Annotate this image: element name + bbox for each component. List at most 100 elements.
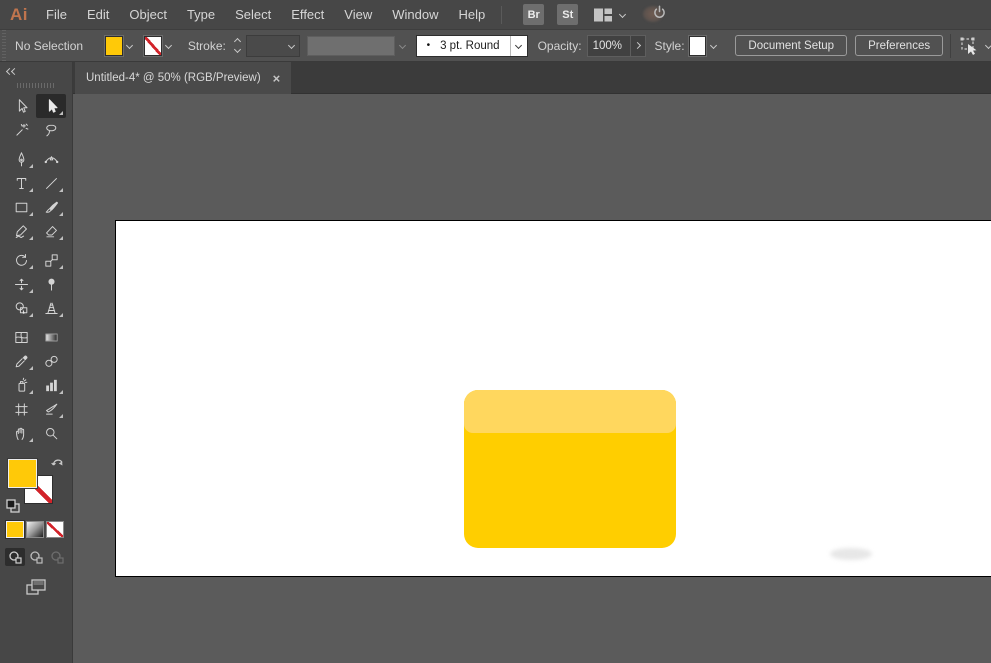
menu-items: File Edit Object Type Select Effect View Window… <box>36 7 495 22</box>
column-graph-icon <box>45 379 57 391</box>
tool-blend[interactable] <box>36 349 66 373</box>
panel-grip[interactable] <box>17 83 55 88</box>
tool-selection[interactable] <box>6 94 36 118</box>
style-panel-link[interactable]: Style: <box>655 39 685 53</box>
tool-line-segment[interactable] <box>36 171 66 195</box>
draw-normal-icon <box>9 551 22 564</box>
tool-rectangle[interactable] <box>6 195 36 219</box>
gradient-button[interactable] <box>26 521 44 538</box>
opacity-panel-link[interactable]: Opacity: <box>538 39 582 53</box>
app-logo: Ai <box>10 4 28 24</box>
brush-dot-icon: • <box>426 40 431 51</box>
control-bar: No Selection Stroke: • 3 pt. Round Opaci… <box>0 30 991 62</box>
tool-eraser[interactable] <box>36 219 66 243</box>
menubar: Ai File Edit Object Type Select Effect View Win… <box>0 0 991 30</box>
tool-zoom[interactable] <box>36 421 66 445</box>
default-fill-stroke-icon[interactable] <box>6 499 20 513</box>
menu-select[interactable]: Select <box>225 7 281 22</box>
chevron-down-icon <box>619 10 627 19</box>
preferences-button[interactable]: Preferences <box>855 35 944 56</box>
width-profile-combo[interactable] <box>306 35 406 56</box>
brush-definition-dropdown[interactable]: • 3 pt. Round <box>415 34 528 57</box>
curvature-icon <box>44 155 58 163</box>
menu-edit[interactable]: Edit <box>77 7 119 22</box>
none-button[interactable] <box>46 521 64 538</box>
draw-behind-button[interactable] <box>26 548 46 566</box>
faint-smudge <box>830 548 872 560</box>
swap-fill-stroke-icon[interactable] <box>51 455 65 468</box>
draw-inside-icon <box>51 551 64 564</box>
stroke-weight-stepper[interactable] <box>231 35 244 57</box>
opacity-input[interactable]: 100% <box>586 34 632 57</box>
tool-gradient[interactable] <box>36 325 66 349</box>
document-tab[interactable]: Untitled-4* @ 50% (RGB/Preview) × <box>75 62 292 94</box>
tool-pen[interactable] <box>6 147 36 171</box>
menu-type[interactable]: Type <box>177 7 225 22</box>
tool-symbol-sprayer[interactable] <box>6 373 36 397</box>
brush-dropdown-button[interactable] <box>509 35 527 56</box>
fill-swatch[interactable] <box>8 459 37 488</box>
tool-direct-selection[interactable] <box>36 94 66 118</box>
chevron-down-icon <box>398 41 406 50</box>
menu-help[interactable]: Help <box>448 7 495 22</box>
close-icon[interactable]: × <box>273 72 281 85</box>
stroke-panel-link[interactable]: Stroke: <box>188 39 226 53</box>
color-button[interactable] <box>6 521 24 538</box>
chevron-up-icon <box>233 37 241 46</box>
artboard[interactable] <box>115 220 991 577</box>
screen-mode-button[interactable] <box>5 578 67 596</box>
bridge-button[interactable]: Br <box>523 4 545 25</box>
tool-scale[interactable] <box>36 248 66 272</box>
tool-mesh[interactable] <box>6 325 36 349</box>
menu-file[interactable]: File <box>36 7 77 22</box>
select-similar-button[interactable] <box>958 36 991 56</box>
stock-button[interactable]: St <box>557 4 579 25</box>
tool-lasso[interactable] <box>36 118 66 142</box>
tool-puppet-warp[interactable] <box>36 272 66 296</box>
stroke-color-swatch[interactable] <box>143 35 162 56</box>
fill-color-dropdown[interactable] <box>123 36 137 56</box>
magic-wand-icon <box>15 123 28 136</box>
blend-icon <box>44 355 58 367</box>
tool-width[interactable] <box>6 272 36 296</box>
symbol-sprayer-icon <box>18 377 27 392</box>
tool-paintbrush[interactable] <box>36 195 66 219</box>
opacity-dropdown-button[interactable] <box>631 34 646 57</box>
fill-color-swatch[interactable] <box>105 35 123 56</box>
sync-status-button[interactable] <box>643 3 671 27</box>
menu-effect[interactable]: Effect <box>281 7 334 22</box>
collapse-panel-icon[interactable] <box>10 67 19 75</box>
control-bar-grip[interactable] <box>0 30 8 61</box>
chevron-down-icon <box>984 41 991 50</box>
tool-eyedropper[interactable] <box>6 349 36 373</box>
tool-artboard[interactable] <box>6 397 36 421</box>
brush-definition-value: • 3 pt. Round <box>426 39 500 52</box>
menu-window[interactable]: Window <box>382 7 448 22</box>
tool-perspective-grid[interactable] <box>36 296 66 320</box>
style-swatch[interactable] <box>688 35 707 56</box>
chevron-down-icon <box>287 41 295 50</box>
artboard-icon <box>14 402 28 416</box>
tool-rotate[interactable] <box>6 248 36 272</box>
tool-shaper[interactable] <box>6 219 36 243</box>
document-setup-button[interactable]: Document Setup <box>735 35 848 56</box>
menu-view[interactable]: View <box>334 7 382 22</box>
style-dropdown[interactable] <box>706 36 720 56</box>
stroke-weight-combo[interactable] <box>246 34 300 57</box>
workspace-switcher[interactable] <box>593 7 627 23</box>
tool-type[interactable] <box>6 171 36 195</box>
menu-object[interactable]: Object <box>119 7 177 22</box>
illustrator-window: Ai File Edit Object Type Select Effect View Win… <box>0 0 991 663</box>
stroke-color-dropdown[interactable] <box>162 36 176 56</box>
shape-builder-icon <box>15 301 27 315</box>
tool-column-graph[interactable] <box>36 373 66 397</box>
tool-slice[interactable] <box>36 397 66 421</box>
rounded-rectangle-object[interactable] <box>464 390 676 548</box>
selection-icon <box>18 98 28 113</box>
draw-normal-button[interactable] <box>5 548 25 566</box>
draw-inside-button[interactable] <box>47 548 67 566</box>
tool-magic-wand[interactable] <box>6 118 36 142</box>
tool-shape-builder[interactable] <box>6 296 36 320</box>
tool-hand[interactable] <box>6 421 36 445</box>
tool-curvature[interactable] <box>36 147 66 171</box>
